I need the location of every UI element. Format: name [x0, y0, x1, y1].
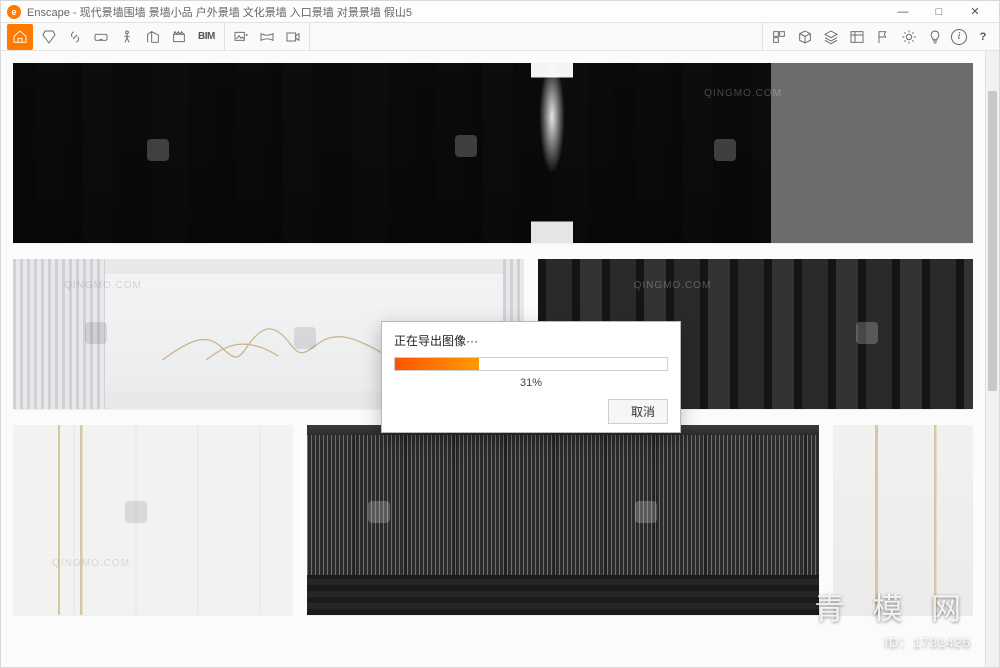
materials-button[interactable]	[795, 27, 815, 47]
wall-row-3: QINGMO.COM	[13, 425, 973, 615]
watermark-logo-icon	[147, 139, 169, 161]
window-maximize-button[interactable]: □	[921, 2, 957, 22]
light-icon	[927, 29, 943, 45]
app-icon: e	[7, 5, 21, 19]
bim-button[interactable]: BIM	[195, 27, 218, 47]
waterfall-accent	[531, 63, 573, 243]
watermark-logo-icon	[455, 135, 477, 157]
titlebar: e Enscape - 现代景墙围墙 景墙小品 户外景墙 文化景墙 入口景墙 对…	[1, 1, 999, 23]
video-export-icon	[285, 29, 301, 45]
home-button[interactable]	[7, 24, 33, 50]
watermark-text: QINGMO.COM	[52, 558, 130, 569]
wall-base	[307, 575, 820, 615]
help-button[interactable]: ?	[973, 27, 993, 47]
layers-button[interactable]	[821, 27, 841, 47]
waterfall-surface	[307, 435, 820, 575]
light-button[interactable]	[925, 27, 945, 47]
wall-waterfall	[307, 425, 820, 615]
watermark-logo-icon	[125, 501, 147, 523]
dialog-actions: 取消	[394, 399, 668, 424]
toolbar-segment-nav: BIM	[1, 23, 225, 50]
asset-library-button[interactable]	[847, 27, 867, 47]
flag-icon	[875, 29, 891, 45]
watermark-logo-icon	[714, 139, 736, 161]
info-button[interactable]: i	[951, 29, 967, 45]
wall-marble-left: QINGMO.COM	[13, 425, 293, 615]
link-button[interactable]	[65, 27, 85, 47]
export-progress-dialog: 正在导出图像··· 31% 取消	[381, 321, 681, 433]
progress-percent-label: 31%	[394, 377, 668, 389]
flag-button[interactable]	[873, 27, 893, 47]
person-icon	[119, 29, 135, 45]
sun-button[interactable]	[899, 27, 919, 47]
screenshot-button[interactable]	[231, 27, 251, 47]
cancel-button[interactable]: 取消	[608, 399, 668, 424]
wall-dark-long: QINGMO.COM	[13, 63, 973, 243]
louver-strip-left	[13, 259, 105, 409]
sun-icon	[901, 29, 917, 45]
link-icon	[67, 29, 83, 45]
gem-button[interactable]	[39, 27, 59, 47]
watermark-text: QINGMO.COM	[704, 88, 782, 99]
progress-bar	[394, 357, 668, 371]
image-export-icon	[233, 29, 249, 45]
dialog-title: 正在导出图像···	[394, 332, 668, 349]
video-export-button[interactable]	[283, 27, 303, 47]
building-icon	[145, 29, 161, 45]
goggles-icon	[93, 29, 109, 45]
watermark-logo-icon	[856, 322, 878, 344]
manage-views-button[interactable]	[769, 27, 789, 47]
box-icon	[797, 29, 813, 45]
panorama-button[interactable]	[257, 27, 277, 47]
window-title: Enscape - 现代景墙围墙 景墙小品 户外景墙 文化景墙 入口景墙 对景景…	[27, 4, 412, 20]
vertical-scrollbar[interactable]	[985, 51, 999, 667]
watermark-text: QINGMO.COM	[634, 280, 712, 291]
app-window: e Enscape - 现代景墙围墙 景墙小品 户外景墙 文化景墙 入口景墙 对…	[0, 0, 1000, 668]
wall-row-1: QINGMO.COM	[13, 63, 973, 243]
layers-icon	[823, 29, 839, 45]
scrollbar-thumb[interactable]	[988, 91, 997, 391]
walk-button[interactable]	[117, 27, 137, 47]
asset-lib-icon	[849, 29, 865, 45]
progress-fill	[395, 358, 479, 370]
clapper-icon	[171, 29, 187, 45]
window-close-button[interactable]: ✕	[957, 2, 993, 22]
site-button[interactable]	[143, 27, 163, 47]
toolbar-segment-right: i ?	[762, 23, 999, 50]
home-icon	[12, 29, 28, 45]
toolbar-segment-export	[225, 23, 310, 50]
wall-marble-right	[833, 425, 973, 615]
vr-button[interactable]	[91, 27, 111, 47]
toolbar: BIM	[1, 23, 999, 51]
wall-flat-panel	[771, 63, 973, 243]
video-button[interactable]	[169, 27, 189, 47]
manage-views-icon	[771, 29, 787, 45]
gem-icon	[41, 29, 57, 45]
panorama-icon	[259, 29, 275, 45]
window-minimize-button[interactable]: —	[885, 2, 921, 22]
